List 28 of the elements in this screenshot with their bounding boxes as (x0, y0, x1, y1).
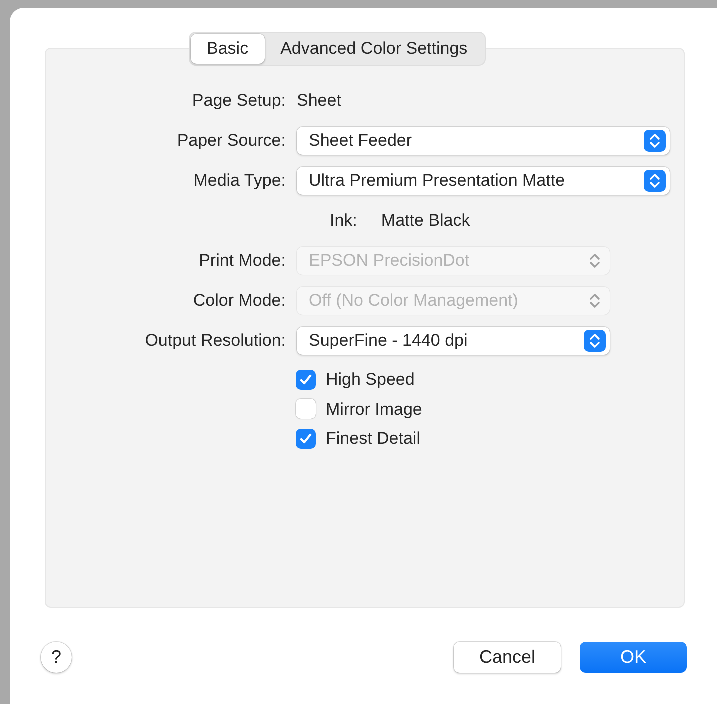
help-button[interactable]: ? (41, 642, 72, 673)
field-value: Sheet (297, 91, 342, 110)
dialog-button[interactable]: OK (580, 642, 687, 673)
popup-button[interactable]: Sheet Feeder (297, 127, 670, 155)
check-icon (299, 432, 313, 446)
field-label: Ink: (330, 210, 358, 232)
chevron-icon (584, 330, 606, 352)
checkbox-label: Mirror Image (326, 398, 422, 420)
field-label: Print Mode: (198, 250, 286, 272)
tab[interactable]: Basic (191, 34, 265, 64)
field-value: Matte Black (381, 210, 470, 232)
check-icon (299, 372, 313, 387)
field-label: Page Setup: (191, 90, 286, 112)
chevron-icon (644, 130, 666, 152)
field-label: Paper Source: (176, 130, 286, 152)
field-label: Color Mode: (192, 290, 286, 312)
checkbox[interactable] (296, 370, 316, 390)
checkbox[interactable] (296, 428, 316, 449)
checkbox[interactable] (296, 399, 316, 420)
popup-button[interactable]: SuperFine - 1440 dpi (297, 327, 610, 355)
checkbox-label: Finest Detail (326, 428, 420, 450)
chevron-icon (644, 170, 666, 192)
checkbox-label: High Speed (326, 369, 415, 391)
popup-button[interactable]: Ultra Premium Presentation Matte (297, 167, 670, 195)
dialog-button[interactable]: Cancel (454, 642, 561, 673)
tab[interactable]: Advanced Color Settings (264, 34, 484, 64)
field-label: Output Resolution: (144, 330, 286, 352)
field-label: Media Type: (192, 170, 286, 192)
